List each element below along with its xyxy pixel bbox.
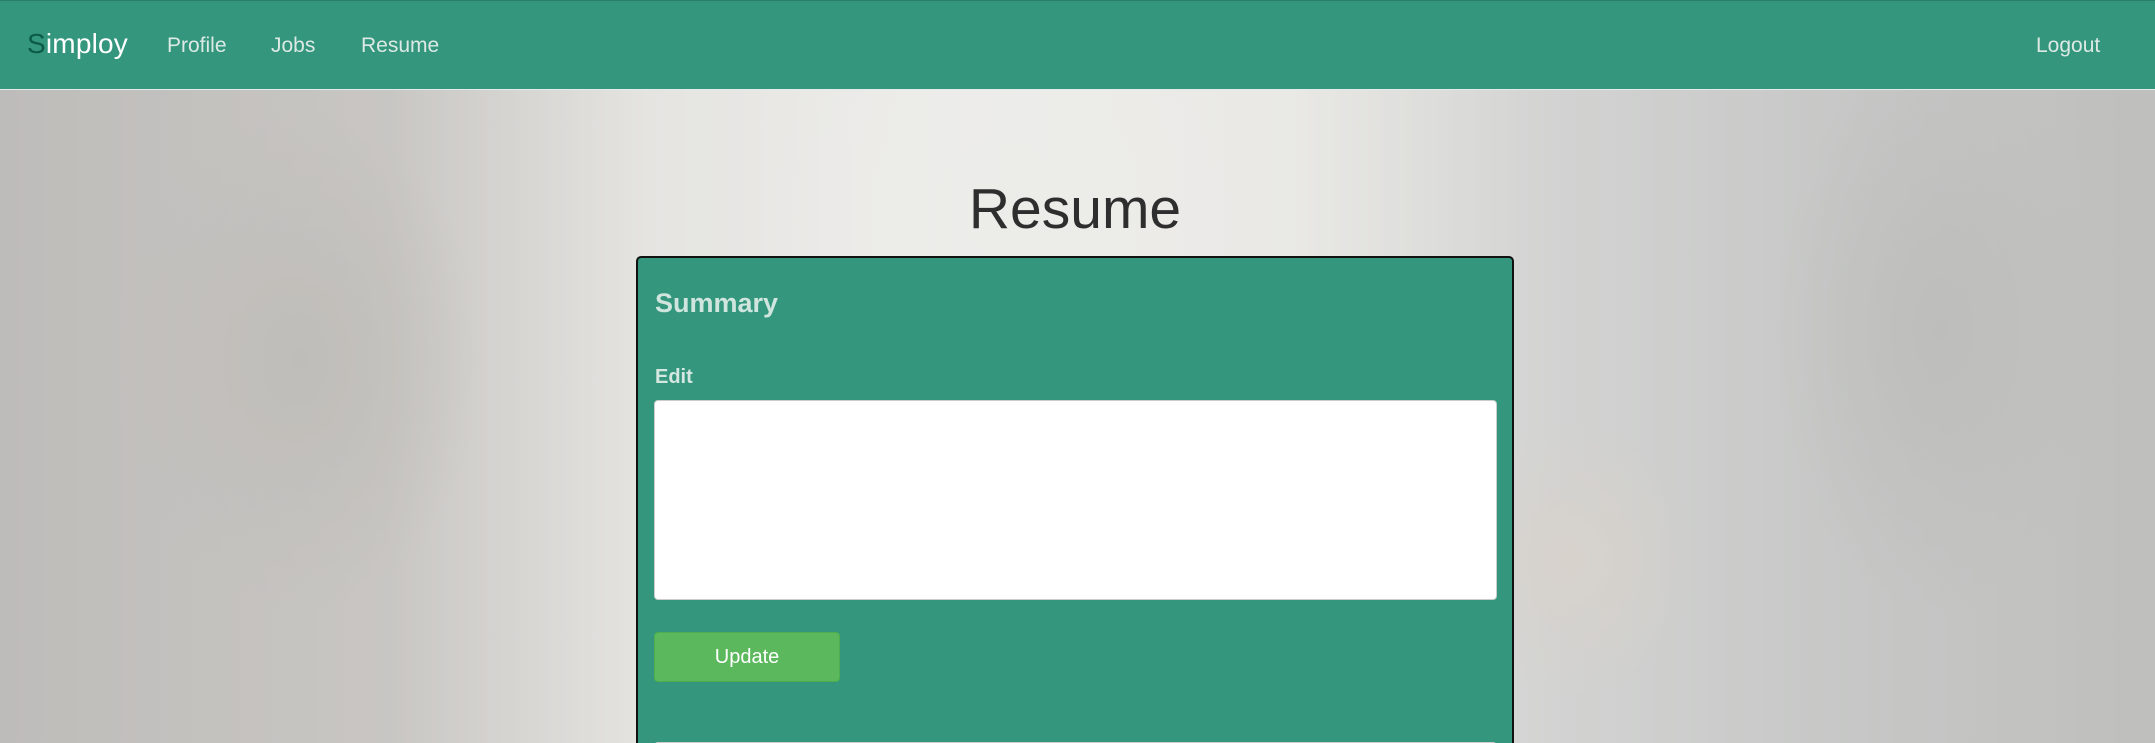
brand-name: imploy <box>45 28 129 59</box>
edit-label: Edit <box>655 366 693 388</box>
summary-textarea[interactable] <box>654 400 1497 600</box>
brand-initial: S <box>27 28 46 59</box>
navbar: Simploy Profile Jobs Resume Logout <box>0 0 2155 90</box>
page-title: Resume <box>968 177 1182 241</box>
update-button[interactable]: Update <box>654 632 840 682</box>
logout-link[interactable]: Logout <box>2036 34 2100 58</box>
summary-panel: Summary Edit Update <box>636 256 1514 743</box>
brand-logo[interactable]: Simploy <box>27 28 128 60</box>
nav-profile-link[interactable]: Profile <box>167 34 227 58</box>
nav-resume-link[interactable]: Resume <box>361 34 439 58</box>
nav-jobs-link[interactable]: Jobs <box>271 34 315 58</box>
summary-heading: Summary <box>655 288 779 318</box>
